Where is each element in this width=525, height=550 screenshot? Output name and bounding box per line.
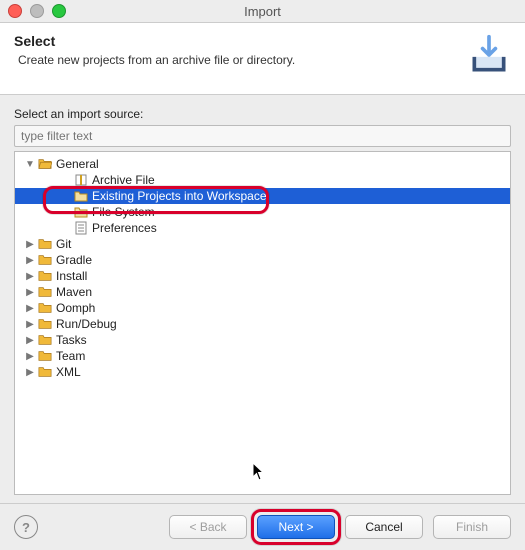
folder-icon [37, 284, 53, 300]
twisty-icon[interactable]: ▶ [25, 351, 35, 362]
tree-leaf[interactable]: File System [15, 204, 510, 220]
tree-folder[interactable]: ▶ Team [15, 348, 510, 364]
folder-icon [37, 332, 53, 348]
twisty-icon[interactable]: ▶ [25, 367, 35, 378]
tree-item-label: Maven [56, 285, 92, 299]
tree-folder[interactable]: ▶ XML [15, 364, 510, 380]
tree-item-label: File System [92, 205, 155, 219]
tree-folder[interactable]: ▶ Install [15, 268, 510, 284]
folder-icon [37, 236, 53, 252]
wizard-heading: Select [14, 33, 295, 49]
folder-icon [37, 252, 53, 268]
tree-folder[interactable]: ▶ Maven [15, 284, 510, 300]
folder-icon [37, 268, 53, 284]
tree-item-label: Run/Debug [56, 317, 117, 331]
tree-folder[interactable]: ▶ Oomph [15, 300, 510, 316]
folder-icon [37, 300, 53, 316]
back-button: < Back [169, 515, 247, 539]
tree-item-label: Tasks [56, 333, 87, 347]
twisty-icon[interactable]: ▼ [25, 159, 35, 170]
tree-folder[interactable]: ▼ General [15, 156, 510, 172]
tree-folder[interactable]: ▶ Tasks [15, 332, 510, 348]
tree-folder[interactable]: ▶ Gradle [15, 252, 510, 268]
twisty-icon[interactable]: ▶ [25, 239, 35, 250]
cancel-button[interactable]: Cancel [345, 515, 423, 539]
tree-item-label: Team [56, 349, 85, 363]
tree-item-label: General [56, 157, 99, 171]
tree-folder[interactable]: ▶ Run/Debug [15, 316, 510, 332]
tree-item-label: Install [56, 269, 87, 283]
twisty-icon[interactable]: ▶ [25, 303, 35, 314]
window-title: Import [0, 4, 525, 19]
wizard-subtext: Create new projects from an archive file… [14, 53, 295, 67]
twisty-icon[interactable]: ▶ [25, 255, 35, 266]
file-pref-icon [73, 220, 89, 236]
file-folder-icon [73, 188, 89, 204]
folder-icon [37, 348, 53, 364]
import-source-tree[interactable]: ▼ General Archive File Existing Projects in… [14, 151, 511, 495]
folder-icon [37, 364, 53, 380]
source-label: Select an import source: [14, 107, 511, 121]
tree-item-label: Preferences [92, 221, 157, 235]
tree-item-label: Git [56, 237, 71, 251]
tree-item-label: Existing Projects into Workspace [92, 189, 267, 203]
tree-leaf[interactable]: Preferences [15, 220, 510, 236]
filter-input[interactable] [14, 125, 511, 147]
twisty-icon[interactable]: ▶ [25, 319, 35, 330]
file-folder-icon [73, 204, 89, 220]
tree-item-label: XML [56, 365, 81, 379]
finish-button: Finish [433, 515, 511, 539]
twisty-icon[interactable]: ▶ [25, 287, 35, 298]
tree-leaf[interactable]: Existing Projects into Workspace [15, 188, 510, 204]
titlebar: Import [0, 0, 525, 22]
import-icon [467, 33, 511, 80]
twisty-icon[interactable]: ▶ [25, 335, 35, 346]
wizard-footer: ? < Back Next > Cancel Finish [0, 504, 525, 550]
import-wizard-window: Import Select Create new projects from a… [0, 0, 525, 550]
wizard-header: Select Create new projects from an archi… [0, 22, 525, 95]
tree-folder[interactable]: ▶ Git [15, 236, 510, 252]
file-archive-icon [73, 172, 89, 188]
tree-item-label: Oomph [56, 301, 95, 315]
tree-leaf[interactable]: Archive File [15, 172, 510, 188]
help-icon[interactable]: ? [14, 515, 38, 539]
tree-item-label: Archive File [92, 173, 155, 187]
next-button[interactable]: Next > [257, 515, 335, 539]
folder-open-icon [37, 156, 53, 172]
twisty-icon[interactable]: ▶ [25, 271, 35, 282]
tree-item-label: Gradle [56, 253, 92, 267]
folder-icon [37, 316, 53, 332]
wizard-body: Select an import source: ▼ General Archive… [0, 95, 525, 503]
